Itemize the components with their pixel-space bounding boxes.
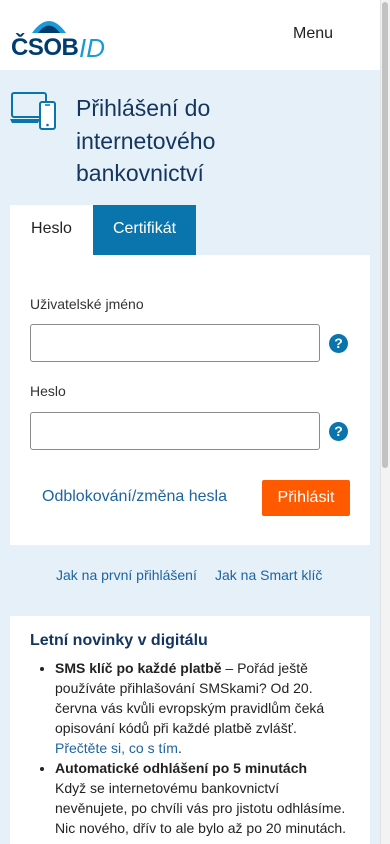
login-form: Uživatelské jméno ? Heslo ? Odblokování/…	[10, 255, 370, 545]
username-input[interactable]	[30, 324, 320, 362]
username-help-icon[interactable]: ?	[329, 334, 348, 353]
logo-text: ČSOB	[11, 34, 79, 61]
news-item-punct: .	[177, 740, 182, 756]
news-title: Letní novinky v digitálu	[30, 632, 208, 649]
page-title: Přihlášení do internetového bankovnictví	[76, 95, 216, 186]
password-label: Heslo	[30, 383, 66, 399]
menu-button[interactable]: Menu	[293, 25, 333, 43]
read-more-link[interactable]: Přečtěte si, co s tím	[55, 740, 178, 756]
tab-certificate[interactable]: Certifikát	[93, 205, 196, 255]
page: ČSOB ID Menu Přihlášení do internetového…	[0, 0, 380, 844]
username-label: Uživatelské jméno	[30, 296, 144, 312]
first-login-link[interactable]: Jak na první přihlášení	[56, 567, 197, 583]
news-list: SMS klíč po každé platbě – Pořád ještě p…	[30, 658, 350, 838]
scrollbar[interactable]	[380, 0, 390, 844]
unlock-change-password-link[interactable]: Odblokování/změna hesla	[42, 488, 227, 506]
logo-id-text: ID	[79, 33, 105, 63]
header: ČSOB ID Menu	[0, 0, 380, 70]
news-card: Letní novinky v digitálu SMS klíč po kaž…	[10, 616, 370, 844]
tab-password[interactable]: Heslo	[10, 205, 93, 255]
csob-id-logo[interactable]: ČSOB ID	[11, 13, 121, 63]
csob-logo-mark-icon	[32, 21, 66, 33]
login-method-tabs: Heslo Certifikát	[10, 205, 370, 255]
smart-key-link[interactable]: Jak na Smart klíč	[215, 567, 322, 583]
news-item: SMS klíč po každé platbě – Pořád ještě p…	[55, 658, 350, 758]
title-block: Přihlášení do internetového bankovnictví	[10, 88, 370, 188]
news-item: Automatické odhlášení po 5 minutách Když …	[55, 758, 350, 838]
news-item-heading: Automatické odhlášení po 5 minutách	[55, 760, 308, 776]
password-help-icon[interactable]: ?	[329, 422, 348, 441]
password-input[interactable]	[30, 412, 320, 450]
news-item-text: Když se internetovému bankovnictví nevěn…	[55, 780, 347, 836]
news-item-heading: SMS klíč po každé platbě	[55, 660, 222, 676]
scrollbar-thumb[interactable]	[382, 2, 388, 468]
devices-icon	[10, 92, 56, 130]
login-button[interactable]: Přihlásit	[262, 480, 350, 516]
